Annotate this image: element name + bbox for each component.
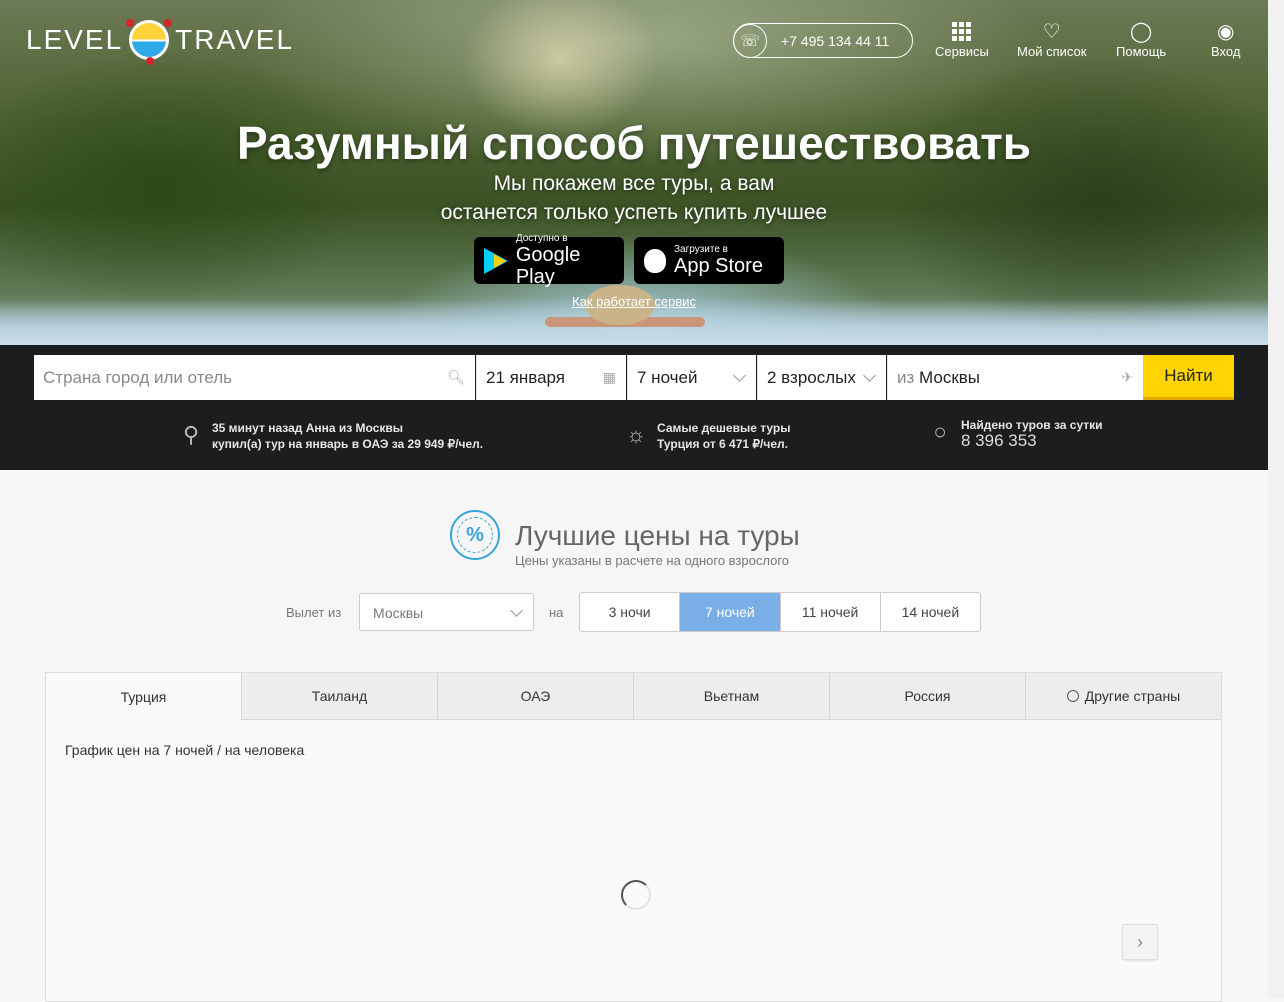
grid-icon <box>952 18 972 44</box>
nav-services[interactable]: Сервисы <box>935 18 989 59</box>
hero-subtitle-1: Мы покажем все туры, а вам <box>493 172 775 195</box>
date-value: 21 января <box>486 367 565 387</box>
logo-left-word: LEVEL <box>26 24 124 55</box>
guests-value: 2 взрослых <box>767 367 856 387</box>
nights-option-7[interactable]: 7 ночей <box>679 593 780 631</box>
dancer-icon: ⚲ <box>182 422 200 447</box>
departure-select-value: Москвы <box>373 605 424 621</box>
google-play-button[interactable]: Доступно в Google Play <box>474 233 624 288</box>
tab-vietnam[interactable]: Вьетнам <box>633 673 829 720</box>
chevron-down-icon <box>733 369 746 382</box>
nights-option-3[interactable]: 3 ночи <box>580 593 679 631</box>
logo-right-word: TRAVEL <box>175 24 295 55</box>
bulb-icon: ◯ <box>1129 20 1153 43</box>
nav-help[interactable]: ◯ Помощь <box>1116 18 1167 60</box>
nights-option-14[interactable]: 14 ночей <box>879 593 980 631</box>
plane-icon: ✈ <box>1121 369 1133 385</box>
chart-title: График цен на 7 ночей / на человека <box>65 742 305 758</box>
nav-my-list-label: Мой список <box>1017 44 1087 59</box>
google-play-big: Google Play <box>515 244 581 288</box>
departure-prefix: из <box>897 367 915 387</box>
found-info: ○ Найдено туров за сутки 8 396 353 <box>925 417 1102 450</box>
hero-banner: LEVEL TRAVEL ☏ +7 495 134 44 11 Сервисы … <box>0 0 1268 345</box>
departure-city: Москвы <box>919 367 981 387</box>
app-store-big: App Store <box>674 255 763 277</box>
tab-other-countries-label: Другие страны <box>1084 688 1181 704</box>
departure-field[interactable]: из Москвы ✈ <box>887 355 1143 400</box>
recent-booking-info: ⚲ 35 минут назад Анна из Москвы купил(а)… <box>176 420 483 452</box>
nav-my-list[interactable]: ♡ Мой список <box>1017 18 1087 60</box>
nav-help-label: Помощь <box>1116 44 1167 59</box>
phone-icon: ☏ <box>733 23 767 58</box>
find-button[interactable]: Найти <box>1143 355 1234 400</box>
nights-value: 7 ночей <box>637 367 698 387</box>
tab-uae[interactable]: ОАЭ <box>437 673 633 720</box>
chevron-down-icon <box>863 369 876 382</box>
country-tabs: Турция Таиланд ОАЭ Вьетнам Россия Другие… <box>46 673 1221 720</box>
nights-select[interactable]: 7 ночей <box>627 355 756 400</box>
found-count: 8 396 353 <box>961 431 1037 450</box>
recent-line-2: купил(а) тур на январь в ОАЭ за 29 949 ₽… <box>212 437 484 451</box>
calendar-icon: ▦ <box>602 369 616 385</box>
heart-icon: ♡ <box>1042 20 1061 43</box>
app-store-button[interactable]: Загрузите в App Store <box>634 237 784 284</box>
destination-placeholder: Страна город или отель <box>43 367 232 387</box>
search-icon: 🔍︎ <box>447 369 465 385</box>
nights-option-11[interactable]: 11 ночей <box>779 593 880 631</box>
best-prices-subtitle: Цены указаны в расчете на одного взросло… <box>515 553 790 568</box>
nav-login-label: Вход <box>1211 44 1241 59</box>
apple-icon <box>644 248 666 273</box>
discount-icon: % <box>450 510 500 560</box>
magnifier-icon: ○ <box>933 419 947 444</box>
departure-select[interactable]: Москвы <box>359 593 534 631</box>
destination-input[interactable]: Страна город или отель 🔍︎ <box>34 355 475 400</box>
recent-line-1: 35 минут назад Анна из Москвы <box>212 421 404 435</box>
chevron-down-icon <box>510 604 523 617</box>
chevron-right-icon: › <box>1137 931 1143 952</box>
nav-services-label: Сервисы <box>935 44 989 59</box>
app-store-small: Загрузите в <box>674 244 728 255</box>
logo[interactable]: LEVEL TRAVEL <box>26 18 295 65</box>
cheapest-info: ☼ Самые дешевые туры Турция от 6 471 ₽/ч… <box>621 420 791 452</box>
google-play-icon <box>484 247 508 274</box>
departure-label: Вылет из <box>286 605 342 620</box>
tab-turkey[interactable]: Турция <box>46 673 241 720</box>
cheap-line-1: Самые дешевые туры <box>657 421 791 435</box>
on-label: на <box>549 605 564 620</box>
nav-login[interactable]: ◉ Вход <box>1211 18 1241 60</box>
tab-thailand[interactable]: Таиланд <box>241 673 437 720</box>
hero-subtitle-2: останется только успеть купить лучшее <box>440 201 828 224</box>
phone-number: +7 495 134 44 11 <box>781 32 890 49</box>
sun-icon <box>126 19 173 65</box>
how-it-works-link[interactable]: Как работает сервис <box>0 294 1268 309</box>
loading-spinner <box>621 880 651 910</box>
page-scrollbar[interactable] <box>1268 0 1284 998</box>
globe-icon <box>1066 690 1079 702</box>
nights-toggle: 3 ночи 7 ночей 11 ночей 14 ночей <box>579 592 981 632</box>
tab-other-countries[interactable]: Другие страны <box>1025 673 1221 720</box>
tab-russia[interactable]: Россия <box>829 673 1025 720</box>
cheap-line-2: Турция от 6 471 ₽/чел. <box>657 437 788 451</box>
next-arrow-button[interactable]: › <box>1122 924 1158 960</box>
date-field[interactable]: 21 января ▦ <box>476 355 626 400</box>
hero-title: Разумный способ путешествовать <box>236 117 1032 169</box>
guests-select[interactable]: 2 взрослых <box>757 355 886 400</box>
google-play-small: Доступно в <box>515 233 568 244</box>
user-icon: ◉ <box>1216 20 1235 43</box>
prices-panel: Турция Таиланд ОАЭ Вьетнам Россия Другие… <box>45 672 1222 1002</box>
sun-waves-icon: ☼ <box>625 422 647 447</box>
best-prices-title: Лучшие цены на туры <box>515 520 800 551</box>
phone-button[interactable]: ☏ +7 495 134 44 11 <box>733 23 913 58</box>
